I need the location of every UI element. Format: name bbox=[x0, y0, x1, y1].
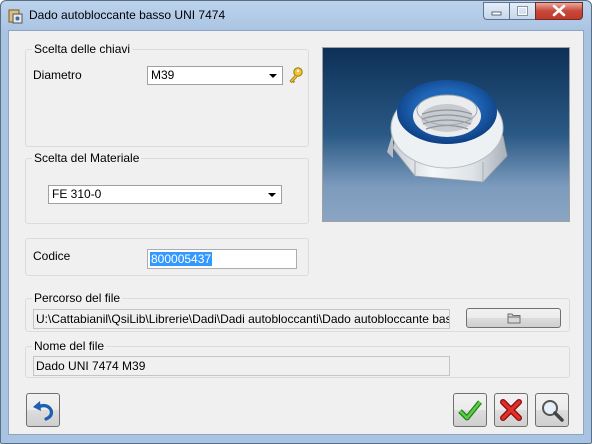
diameter-label: Diametro bbox=[33, 68, 82, 82]
file-path-legend: Percorso del file bbox=[32, 291, 123, 305]
undo-button[interactable] bbox=[26, 393, 60, 427]
material-value: FE 310-0 bbox=[52, 187, 102, 201]
code-input[interactable]: 800005437 bbox=[147, 249, 297, 269]
minimize-button[interactable] bbox=[483, 2, 510, 20]
file-path-value: U:\Cattabianil\QsiLib\Librerie\Dadi\Dadi… bbox=[36, 312, 450, 326]
file-name-value: Dado UNI 7474 M39 bbox=[36, 359, 146, 373]
cancel-button[interactable] bbox=[494, 393, 528, 427]
window-title: Dado autobloccante basso UNI 7474 bbox=[29, 8, 226, 22]
magnifier-icon bbox=[542, 400, 564, 422]
x-icon bbox=[500, 399, 522, 421]
undo-icon bbox=[33, 401, 54, 421]
folder-icon bbox=[507, 313, 521, 324]
key-icon[interactable] bbox=[288, 66, 304, 84]
title-bar[interactable]: Dado autobloccante basso UNI 7474 bbox=[1, 1, 591, 29]
file-path-field[interactable]: U:\Cattabianil\QsiLib\Librerie\Dadi\Dadi… bbox=[33, 309, 450, 329]
file-path-group: Percorso del file U:\Cattabianil\QsiLib\… bbox=[25, 291, 570, 332]
material-group: Scelta del Materiale FE 310-0 bbox=[25, 151, 309, 224]
chevron-down-icon bbox=[268, 193, 276, 197]
nut-preview-image bbox=[322, 47, 570, 222]
file-name-field[interactable]: Dado UNI 7474 M39 bbox=[33, 356, 450, 376]
keys-group-legend: Scelta delle chiavi bbox=[32, 42, 133, 56]
code-label: Codice bbox=[33, 249, 71, 263]
material-select[interactable]: FE 310-0 bbox=[48, 185, 282, 204]
code-value: 800005437 bbox=[150, 252, 213, 266]
browse-folder-button[interactable] bbox=[466, 308, 561, 328]
diameter-select[interactable]: M39 bbox=[147, 66, 283, 85]
file-name-legend: Nome del file bbox=[32, 339, 107, 353]
nut-3d-render bbox=[387, 80, 508, 183]
material-group-legend: Scelta del Materiale bbox=[32, 151, 142, 165]
dialog-window: Dado autobloccante basso UNI 7474 Scelta… bbox=[0, 0, 592, 444]
code-group: Codice 800005437 bbox=[25, 238, 309, 276]
dialog-client-area: Scelta delle chiavi Diametro M39 Scelta … bbox=[8, 30, 584, 435]
ok-button[interactable] bbox=[453, 393, 487, 427]
chevron-down-icon bbox=[269, 74, 277, 78]
file-name-group: Nome del file Dado UNI 7474 M39 bbox=[25, 339, 570, 378]
nut-app-icon bbox=[8, 9, 23, 24]
search-button[interactable] bbox=[535, 393, 569, 427]
checkmark-icon bbox=[458, 400, 482, 421]
close-button[interactable] bbox=[535, 2, 583, 20]
keys-group: Scelta delle chiavi Diametro M39 bbox=[25, 42, 309, 147]
minimize-icon bbox=[491, 11, 502, 16]
close-icon bbox=[552, 4, 566, 17]
maximize-icon bbox=[517, 6, 528, 16]
maximize-button[interactable] bbox=[509, 2, 536, 20]
diameter-value: M39 bbox=[151, 68, 175, 82]
